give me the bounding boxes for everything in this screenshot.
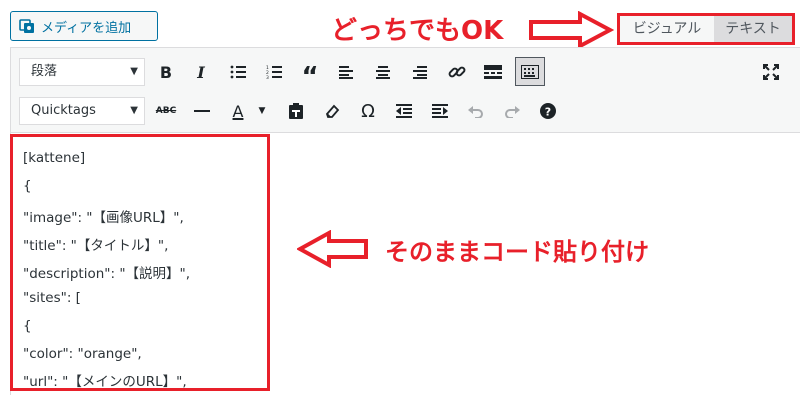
quicktags-select[interactable]: Quicktags ▼ [19, 97, 145, 125]
bold-icon[interactable]: B [152, 58, 180, 86]
clear-formatting-icon[interactable] [318, 97, 346, 125]
format-select-value: 段落 [31, 64, 58, 79]
read-more-icon[interactable] [479, 58, 507, 86]
fullscreen-icon[interactable] [757, 58, 785, 86]
horizontal-line-icon[interactable] [188, 97, 216, 125]
align-center-icon[interactable] [369, 58, 397, 86]
text-color-dropdown-icon[interactable]: ▼ [255, 97, 269, 125]
help-icon[interactable]: ? [534, 97, 562, 125]
strikethrough-icon[interactable]: ABC [152, 97, 180, 125]
editor-tabs-highlight: ビジュアル テキスト [617, 13, 795, 45]
special-character-icon[interactable]: Ω [354, 97, 382, 125]
align-left-icon[interactable] [332, 58, 360, 86]
svg-text:?: ? [545, 106, 551, 119]
left-arrow-annotation [297, 230, 368, 268]
callout-paste-code: そのままコード貼り付け [385, 238, 649, 266]
paste-text-icon[interactable] [282, 97, 310, 125]
toolbar-toggle-icon[interactable] [515, 57, 545, 86]
indent-icon[interactable] [426, 97, 454, 125]
format-select[interactable]: 段落 ▼ [19, 58, 145, 86]
code-highlight-box [10, 134, 270, 391]
text-color-icon[interactable]: A [224, 97, 252, 125]
chevron-down-icon: ▼ [130, 66, 138, 77]
undo-icon[interactable] [462, 97, 490, 125]
editor-toolbar: 段落 ▼ B I 123 “ Quicktags ▼ ABC A ▼ Ω ? [10, 47, 800, 132]
add-media-button[interactable]: メディアを追加 [10, 11, 158, 41]
blockquote-icon[interactable]: “ [296, 58, 324, 92]
right-arrow-annotation [529, 11, 614, 49]
bullet-list-icon[interactable] [224, 58, 252, 86]
chevron-down-icon: ▼ [130, 105, 138, 116]
italic-icon[interactable]: I [187, 58, 215, 86]
add-media-label: メディアを追加 [41, 20, 132, 36]
align-right-icon[interactable] [406, 58, 434, 86]
quicktags-select-value: Quicktags [31, 103, 96, 118]
link-icon[interactable] [443, 58, 471, 86]
callout-either-ok: どっちでもOK [331, 16, 504, 46]
outdent-icon[interactable] [390, 97, 418, 125]
numbered-list-icon[interactable]: 123 [260, 58, 288, 86]
svg-text:3: 3 [266, 75, 269, 79]
redo-icon[interactable] [498, 97, 526, 125]
media-icon [19, 19, 34, 33]
tab-text[interactable]: テキスト [714, 16, 792, 42]
tab-visual[interactable]: ビジュアル [620, 16, 714, 42]
